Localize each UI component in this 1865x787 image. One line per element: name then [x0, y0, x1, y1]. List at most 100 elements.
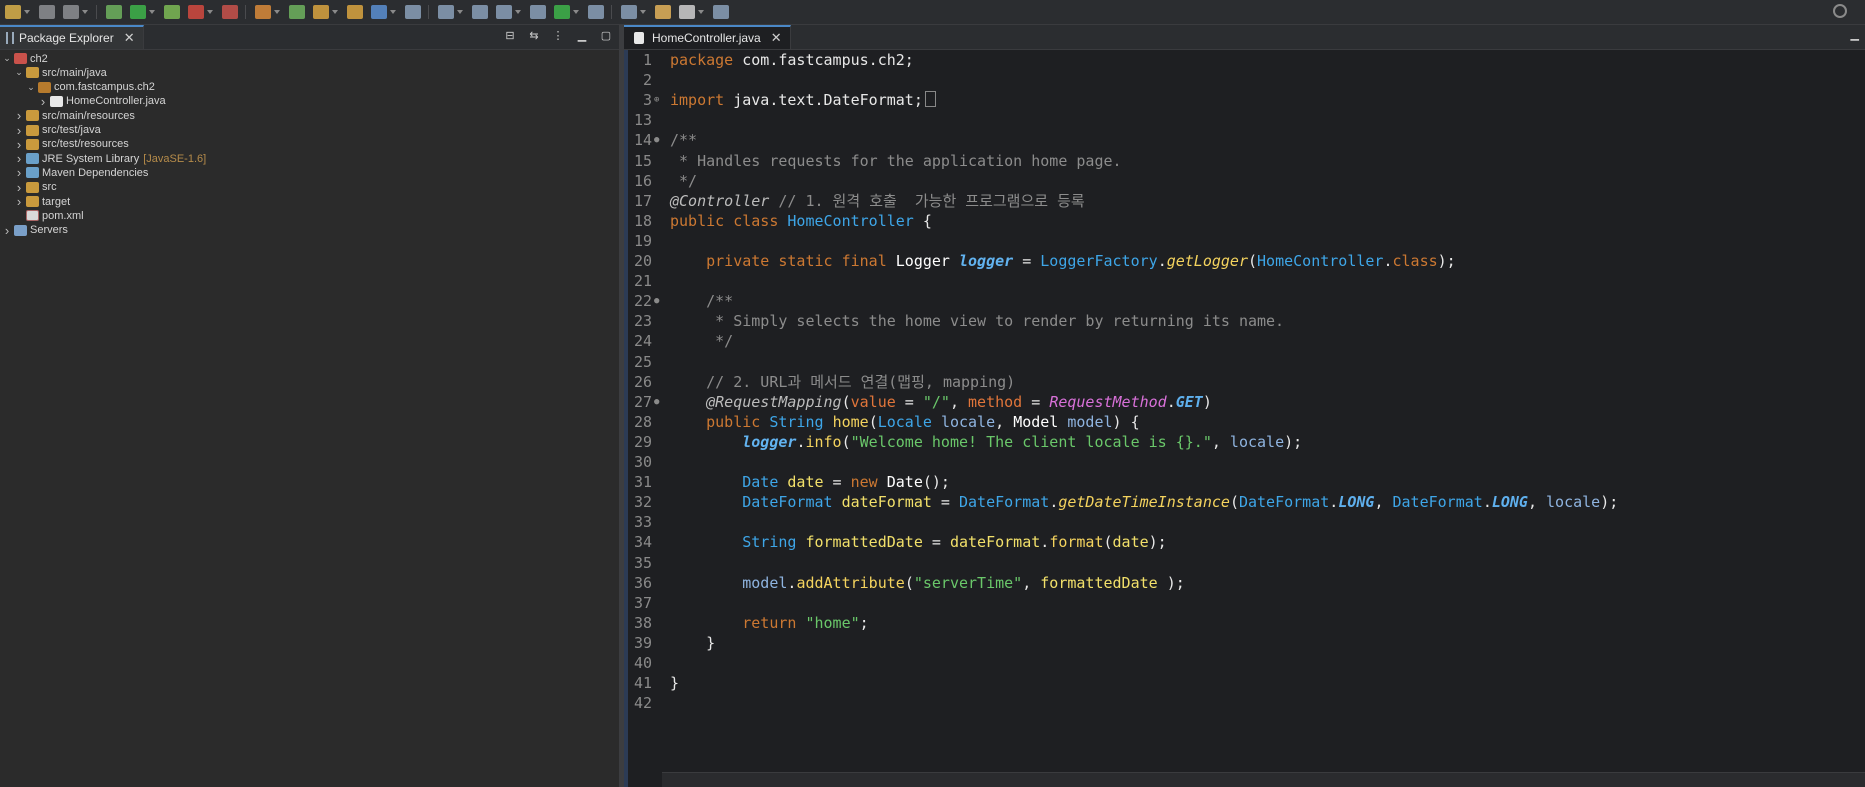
minimize-icon[interactable]: ▁: [1851, 28, 1859, 41]
run-icon[interactable]: [130, 5, 146, 19]
format-icon[interactable]: [496, 5, 512, 19]
chevron-right-icon[interactable]: ›: [2, 223, 12, 238]
run-external-icon[interactable]: [164, 5, 180, 19]
code-line[interactable]: 36 model.addAttribute("serverTime", form…: [624, 573, 1865, 593]
new-icon[interactable]: [5, 5, 21, 19]
link-with-editor-icon[interactable]: ⇆: [527, 30, 541, 42]
chevron-down-icon[interactable]: ⌄: [14, 67, 24, 78]
expand-fold-icon[interactable]: ⊕: [654, 90, 659, 110]
dropdown-arrow-icon[interactable]: [390, 10, 396, 14]
power-icon[interactable]: [554, 5, 570, 19]
code-line[interactable]: 41}: [624, 673, 1865, 693]
code-line[interactable]: 33: [624, 512, 1865, 532]
dropdown-arrow-icon[interactable]: [515, 10, 521, 14]
dropdown-arrow-icon[interactable]: [573, 10, 579, 14]
code-line[interactable]: 3 ⊕ import java.text.DateFormat;: [624, 90, 1865, 110]
code-token: formattedDate: [805, 533, 923, 552]
search-icon[interactable]: [438, 5, 454, 19]
code-line[interactable]: 22 ● /**: [624, 291, 1865, 311]
code-line[interactable]: 30: [624, 452, 1865, 472]
brush-icon[interactable]: [347, 5, 363, 19]
code-line[interactable]: 31 Date date = new Date();: [624, 472, 1865, 492]
code-line[interactable]: 26 // 2. URL과 메서드 연결(맵핑, mapping): [624, 372, 1865, 392]
code-line[interactable]: 1 package com.fastcampus.ch2;: [624, 50, 1865, 70]
code-token: (: [868, 412, 878, 431]
chevron-down-icon[interactable]: ⌄: [2, 53, 12, 64]
code-line[interactable]: 24 */: [624, 331, 1865, 351]
tree-item[interactable]: › Servers: [2, 222, 68, 239]
code-line[interactable]: 13: [624, 110, 1865, 130]
code-line[interactable]: 25: [624, 352, 1865, 372]
link-icon[interactable]: [405, 5, 421, 19]
code-line[interactable]: 23 * Simply selects the home view to ren…: [624, 311, 1865, 331]
debug-icon[interactable]: [106, 5, 122, 19]
open-icon[interactable]: [313, 5, 329, 19]
code-line[interactable]: 37: [624, 593, 1865, 613]
collapse-fold-icon[interactable]: ●: [654, 392, 659, 412]
history-icon[interactable]: [588, 5, 604, 19]
collapse-all-icon[interactable]: ⊟: [503, 30, 517, 42]
code-line[interactable]: 2: [624, 70, 1865, 90]
dropdown-arrow-icon[interactable]: [332, 10, 338, 14]
dropdown-arrow-icon[interactable]: [698, 10, 704, 14]
build-icon[interactable]: [255, 5, 271, 19]
dropdown-arrow-icon[interactable]: [24, 10, 30, 14]
code-token: String: [742, 533, 806, 552]
stop-icon[interactable]: [188, 5, 204, 19]
forward-icon[interactable]: [679, 5, 695, 19]
collapse-fold-icon[interactable]: ●: [654, 291, 659, 311]
code-line[interactable]: 34 String formattedDate = dateFormat.for…: [624, 532, 1865, 552]
tree-item-label: JRE System Library: [42, 152, 140, 165]
line-number: 42: [633, 694, 652, 713]
code-line[interactable]: 39 }: [624, 633, 1865, 653]
close-icon[interactable]: ✕: [124, 30, 135, 46]
dropdown-arrow-icon[interactable]: [82, 10, 88, 14]
code-line[interactable]: 14 ● /**: [624, 130, 1865, 150]
nav-icon[interactable]: [621, 5, 637, 19]
code-line[interactable]: 42: [624, 693, 1865, 713]
whitespace-icon[interactable]: [530, 5, 546, 19]
code-line[interactable]: 38 return "home";: [624, 613, 1865, 633]
code-line[interactable]: 18 public class HomeController {: [624, 211, 1865, 231]
code-token: ,: [1211, 432, 1230, 451]
code-line[interactable]: 15 * Handles requests for the applicatio…: [624, 151, 1865, 171]
folded-imports-icon[interactable]: [924, 91, 936, 108]
tab-home-controller[interactable]: HomeController.java ✕: [624, 25, 791, 49]
collapse-fold-icon[interactable]: ●: [654, 130, 659, 150]
disconnect-icon[interactable]: [222, 5, 238, 19]
code-line[interactable]: 19: [624, 231, 1865, 251]
chevron-down-icon[interactable]: ⌄: [26, 82, 36, 93]
console-icon[interactable]: [371, 5, 387, 19]
refresh-icon[interactable]: [289, 5, 305, 19]
code-line[interactable]: 28 public String home(Locale locale, Mod…: [624, 412, 1865, 432]
code-line[interactable]: 27 ● @RequestMapping(value = "/", method …: [624, 392, 1865, 412]
dropdown-arrow-icon[interactable]: [274, 10, 280, 14]
code-token: return: [742, 613, 806, 632]
dropdown-arrow-icon[interactable]: [149, 10, 155, 14]
tab-package-explorer[interactable]: Package Explorer ✕: [0, 25, 144, 49]
code-text: }: [670, 673, 679, 693]
code-line[interactable]: 32 DateFormat dateFormat = DateFormat.ge…: [624, 492, 1865, 512]
perspective-icon[interactable]: [713, 5, 729, 19]
toggle-icon[interactable]: [472, 5, 488, 19]
code-line[interactable]: 40: [624, 653, 1865, 673]
back-icon[interactable]: [655, 5, 671, 19]
save-all-icon[interactable]: [63, 5, 79, 19]
code-line[interactable]: 29 logger.info("Welcome home! The client…: [624, 432, 1865, 452]
dropdown-arrow-icon[interactable]: [640, 10, 646, 14]
code-line[interactable]: 20 private static final Logger logger = …: [624, 251, 1865, 271]
horizontal-scrollbar[interactable]: [662, 772, 1865, 787]
quick-search-icon[interactable]: [1833, 4, 1847, 18]
code-line[interactable]: 16 */: [624, 171, 1865, 191]
view-menu-icon[interactable]: ⋮: [551, 30, 565, 42]
code-line[interactable]: 17 @Controller // 1. 원격 호출 가능한 프로그램으로 등록: [624, 191, 1865, 211]
code-line[interactable]: 35: [624, 553, 1865, 573]
close-icon[interactable]: ✕: [771, 30, 782, 46]
dropdown-arrow-icon[interactable]: [207, 10, 213, 14]
code-line[interactable]: 21: [624, 271, 1865, 291]
code-token: (: [904, 573, 914, 592]
minimize-icon[interactable]: ▁: [575, 30, 589, 42]
save-icon[interactable]: [39, 5, 55, 19]
maximize-icon[interactable]: ▢: [599, 30, 613, 42]
dropdown-arrow-icon[interactable]: [457, 10, 463, 14]
